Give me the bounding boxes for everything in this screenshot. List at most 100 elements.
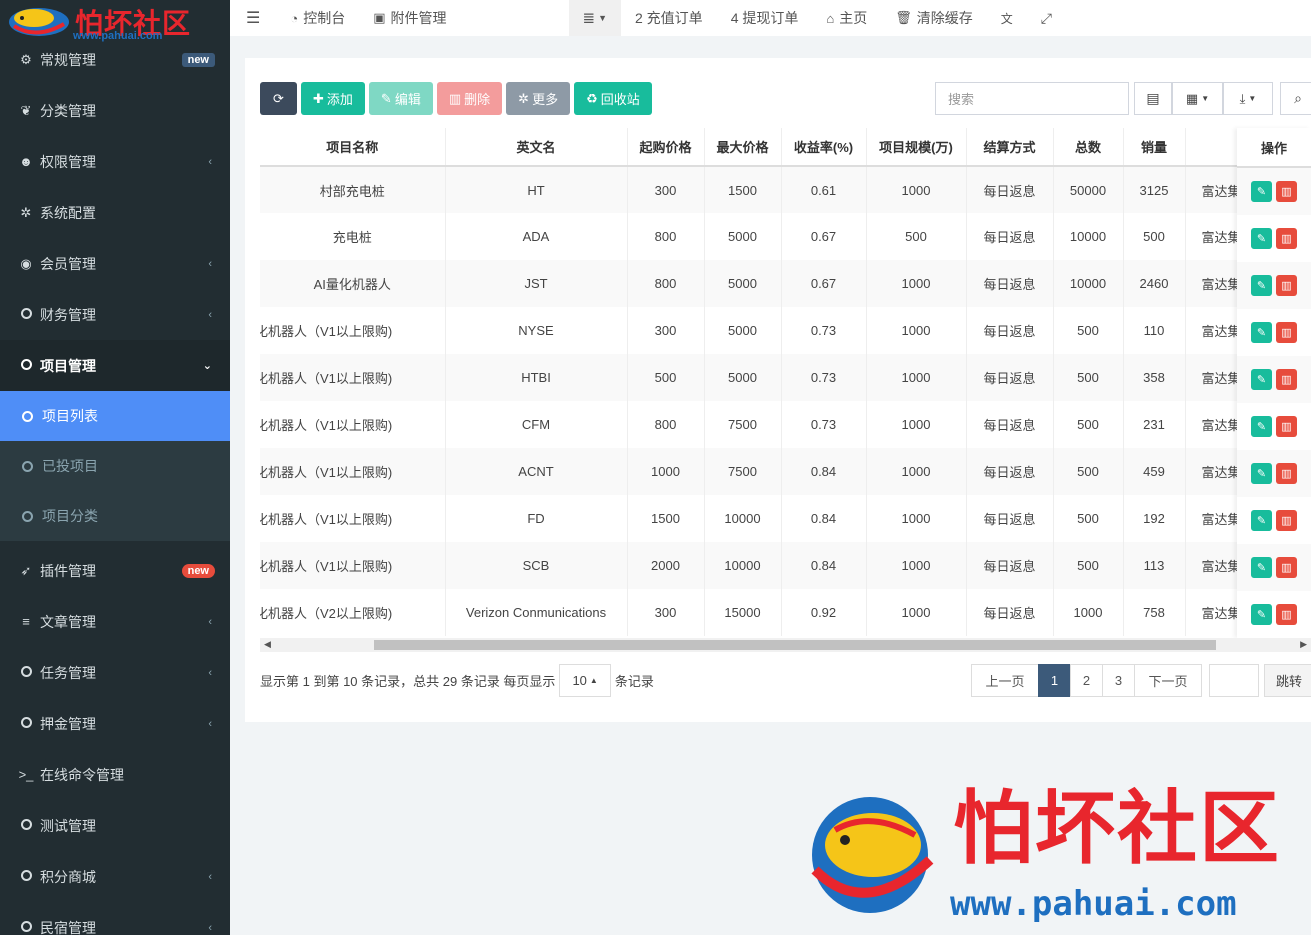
page-button-3[interactable]: 3	[1102, 664, 1135, 697]
chevron-left-icon: ‹	[208, 257, 212, 270]
sidebar-item-task[interactable]: 任务管理 ‹	[0, 647, 230, 698]
page-size-dropdown[interactable]: 10 ▲	[559, 664, 611, 697]
column-header[interactable]: 最大价格	[704, 128, 782, 167]
row-delete-button[interactable]: ▥	[1276, 463, 1297, 484]
column-header[interactable]: 起购价格	[627, 128, 705, 167]
column-header[interactable]: 销量	[1123, 128, 1186, 167]
next-page-button[interactable]: 下一页	[1134, 664, 1202, 697]
row-delete-button[interactable]: ▥	[1276, 228, 1297, 249]
more-button[interactable]: ✲ 更多	[506, 82, 571, 115]
column-header[interactable]: 英文名	[445, 128, 628, 167]
sidebar-item-config[interactable]: ✲ 系统配置	[0, 187, 230, 238]
sidebar-subitem-project-category[interactable]: 项目分类	[0, 491, 230, 541]
language-button[interactable]: 文	[987, 0, 1027, 36]
row-delete-button[interactable]: ▥	[1276, 510, 1297, 531]
row-edit-button[interactable]: ✎	[1251, 510, 1272, 531]
column-header[interactable]: 收益率(%)	[781, 128, 867, 167]
nav-dashboard[interactable]: ◔ 控制台	[276, 0, 359, 36]
page-button-1[interactable]: 1	[1038, 664, 1071, 697]
page-button-2[interactable]: 2	[1070, 664, 1103, 697]
nav-more-dropdown[interactable]: ≣ ▼	[568, 0, 621, 36]
edit-button[interactable]: ✎ 编辑	[368, 82, 433, 115]
nav-clear-cache[interactable]: 🗑 清除缓存	[881, 0, 987, 36]
column-header[interactable]: 项目名称	[260, 128, 446, 167]
translate-icon: 文	[1000, 11, 1013, 26]
table-row[interactable]: 村部充电桩 HT 300 1500 0.61 1000 每日返息 50000 3125 富达集	[260, 166, 1311, 213]
jump-page-input[interactable]	[1209, 664, 1259, 697]
nav-recharge-orders[interactable]: 2 充值订单	[621, 0, 717, 36]
sidebar-item-category[interactable]: ❦ 分类管理	[0, 85, 230, 136]
sidebar-item-general[interactable]: ⚙ 常规管理 new	[0, 34, 230, 85]
row-delete-button[interactable]: ▥	[1276, 604, 1297, 625]
row-edit-button[interactable]: ✎	[1251, 322, 1272, 343]
sidebar-item-permission[interactable]: ☻ 权限管理 ‹	[0, 136, 230, 187]
row-delete-button[interactable]: ▥	[1276, 416, 1297, 437]
table-row[interactable]: 量化机器人（V1以上限购)NYSE30050000.731000每日返息5001…	[260, 307, 1311, 354]
sidebar-item-member[interactable]: ◉ 会员管理 ‹	[0, 238, 230, 289]
row-edit-button[interactable]: ✎	[1251, 557, 1272, 578]
chevron-left-icon: ‹	[208, 717, 212, 730]
nav-attachment[interactable]: ▣ 附件管理	[359, 0, 460, 36]
scrollbar-thumb[interactable]	[374, 640, 1216, 650]
sidebar-item-label: 会员管理	[40, 255, 96, 272]
toggle-view-button[interactable]: ▤	[1134, 82, 1172, 115]
row-delete-button[interactable]: ▥	[1276, 557, 1297, 578]
table-cell: 每日返息	[966, 166, 1054, 213]
search-button[interactable]: ⌕	[1280, 82, 1311, 115]
horizontal-scrollbar[interactable]: ◀ ▶	[260, 638, 1311, 652]
sidebar-item-homestay[interactable]: 民宿管理 ‹	[0, 902, 230, 935]
add-button[interactable]: ✚ 添加	[301, 82, 365, 115]
table-row[interactable]: AI量化机器人 JST 800 5000 0.67 1000 每日返息 10000 2460 富达…	[260, 260, 1311, 307]
nav-home[interactable]: ⌂ 主页	[812, 0, 881, 36]
sidebar-item-article[interactable]: ≡ 文章管理 ‹	[0, 596, 230, 647]
search-input[interactable]: 搜索	[935, 82, 1129, 115]
scroll-left-icon[interactable]: ◀	[264, 639, 271, 650]
sidebar-item-project[interactable]: 项目管理 ⌄	[0, 340, 230, 391]
table-row[interactable]: 量化机器人（V2以上限购)Verizon Conmunications30015…	[260, 589, 1311, 636]
row-delete-button[interactable]: ▥	[1276, 322, 1297, 343]
row-edit-button[interactable]: ✎	[1251, 416, 1272, 437]
fullscreen-button[interactable]: ⤢	[1027, 0, 1066, 36]
row-edit-button[interactable]: ✎	[1251, 604, 1272, 625]
delete-button[interactable]: ▥ 删除	[436, 82, 503, 115]
table-row[interactable]: 量化机器人（V1以上限购)FD1500100000.841000每日返息5001…	[260, 495, 1311, 542]
row-edit-button[interactable]: ✎	[1251, 463, 1272, 484]
sidebar-subitem-project-list[interactable]: 项目列表	[0, 391, 230, 441]
columns-dropdown[interactable]: ▦ ▼	[1172, 82, 1223, 115]
row-delete-button[interactable]: ▥	[1276, 275, 1297, 296]
refresh-button[interactable]: ⟳	[260, 82, 297, 115]
column-header[interactable]: 项目规模(万)	[866, 128, 967, 167]
table-cell: 每日返息	[966, 260, 1054, 307]
row-edit-button[interactable]: ✎	[1251, 369, 1272, 390]
table-cell: 1000	[866, 354, 967, 401]
row-delete-button[interactable]: ▥	[1276, 181, 1297, 202]
jump-button[interactable]: 跳转	[1264, 664, 1311, 697]
scroll-right-icon[interactable]: ▶	[1300, 639, 1307, 650]
column-header[interactable]: 总数	[1053, 128, 1124, 167]
nav-label: 控制台	[303, 10, 346, 26]
circle-icon	[22, 510, 33, 522]
table-row[interactable]: 量化机器人（V1以上限购)SCB2000100000.841000每日返息500…	[260, 542, 1311, 589]
table-row[interactable]: 充电桩 ADA 800 5000 0.67 500 每日返息 10000 500 富达集	[260, 213, 1311, 260]
recycle-bin-button[interactable]: ♻ 回收站	[574, 82, 652, 115]
row-edit-button[interactable]: ✎	[1251, 181, 1272, 202]
prev-page-button[interactable]: 上一页	[971, 664, 1039, 697]
sidebar-item-test[interactable]: 测试管理	[0, 800, 230, 851]
sidebar-item-finance[interactable]: 财务管理 ‹	[0, 289, 230, 340]
sidebar-item-deposit[interactable]: 押金管理 ‹	[0, 698, 230, 749]
row-delete-button[interactable]: ▥	[1276, 369, 1297, 390]
sidebar-item-command[interactable]: >_ 在线命令管理	[0, 749, 230, 800]
export-dropdown[interactable]: ⤓ ▼	[1223, 82, 1273, 115]
row-edit-button[interactable]: ✎	[1251, 228, 1272, 249]
sidebar-toggle-button[interactable]: ☰	[230, 0, 276, 36]
column-header[interactable]: 结算方式	[966, 128, 1054, 167]
sidebar-subitem-invested[interactable]: 已投项目	[0, 441, 230, 491]
nav-withdraw-orders[interactable]: 4 提现订单	[717, 0, 813, 36]
table-row[interactable]: 量化机器人（V1以上限购)CFM80075000.731000每日返息50023…	[260, 401, 1311, 448]
sidebar-item-points-mall[interactable]: 积分商城 ‹	[0, 851, 230, 902]
table-cell: 每日返息	[966, 354, 1054, 401]
table-row[interactable]: 量化机器人（V1以上限购)HTBI50050000.731000每日返息5003…	[260, 354, 1311, 401]
table-row[interactable]: 量化机器人（V1以上限购)ACNT100075000.841000每日返息500…	[260, 448, 1311, 495]
row-edit-button[interactable]: ✎	[1251, 275, 1272, 296]
sidebar-item-plugin[interactable]: ➶ 插件管理 new	[0, 545, 230, 596]
